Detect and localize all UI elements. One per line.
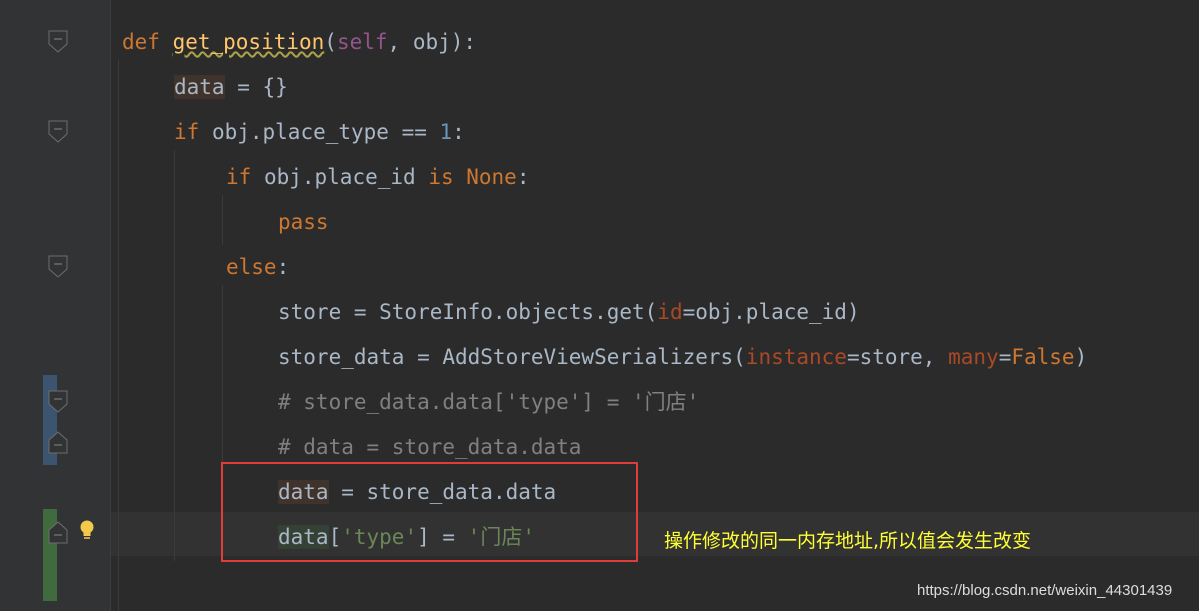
code-line[interactable]: if obj.place_type == 1: <box>174 112 465 152</box>
code-token: if <box>226 165 264 189</box>
code-line[interactable]: data = {} <box>174 67 288 107</box>
code-line[interactable]: # data = store_data.data <box>278 427 581 467</box>
code-token: # store_data.data['type'] = '门店' <box>278 390 700 414</box>
code-line[interactable]: def get_position(self, obj): <box>122 22 476 62</box>
code-token: pass <box>278 210 329 234</box>
code-token: : <box>276 255 290 279</box>
lightbulb-icon[interactable] <box>78 519 96 541</box>
code-token: get_position <box>172 30 325 54</box>
code-token: store = StoreInfo.objects.get( <box>278 300 658 324</box>
code-token: , obj): <box>387 30 477 54</box>
code-token: many <box>948 345 999 369</box>
fold-end-icon[interactable] <box>48 430 68 454</box>
highlight-box <box>221 462 638 562</box>
code-token: store_data = AddStoreViewSerializers( <box>278 345 746 369</box>
indent-guide <box>174 150 175 561</box>
fold-toggle-icon[interactable] <box>48 255 68 279</box>
code-token: obj.place_id <box>263 165 429 189</box>
code-line[interactable]: pass <box>278 202 329 242</box>
code-token: instance <box>745 345 847 369</box>
code-token: id <box>657 300 683 324</box>
code-token: : <box>452 120 465 144</box>
code-token: =obj.place_id) <box>682 300 860 324</box>
annotation-text: 操作修改的同一内存地址,所以值会发生改变 <box>664 530 1032 552</box>
fold-toggle-icon[interactable] <box>48 390 68 414</box>
fold-end-icon[interactable] <box>48 520 68 544</box>
code-token: False <box>1011 345 1075 369</box>
code-token: obj.place_type == <box>211 120 440 144</box>
code-token: self <box>336 30 388 54</box>
code-line[interactable]: store = StoreInfo.objects.get(id=obj.pla… <box>278 292 860 332</box>
code-token: # data = store_data.data <box>278 435 582 459</box>
code-token: =store, <box>846 345 949 369</box>
indent-guide <box>118 60 119 611</box>
code-token: ( <box>324 30 337 54</box>
code-line[interactable]: store_data = AddStoreViewSerializers(ins… <box>278 337 1087 377</box>
code-line[interactable]: # store_data.data['type'] = '门店' <box>278 382 699 422</box>
code-token: : <box>516 165 530 189</box>
code-token: else <box>226 255 277 279</box>
code-token: 1 <box>439 120 453 144</box>
watermark: https://blog.csdn.net/weixin_44301439 <box>917 582 1173 599</box>
code-token: ) <box>1074 345 1088 369</box>
code-token: if <box>174 120 212 144</box>
code-token: data <box>174 75 225 99</box>
code-token: is None <box>428 165 517 189</box>
fold-toggle-icon[interactable] <box>48 30 68 54</box>
indent-guide <box>222 195 223 245</box>
code-token: = <box>998 345 1012 369</box>
code-token: def <box>122 30 173 54</box>
code-line[interactable]: else: <box>226 247 289 287</box>
code-token: = {} <box>224 75 288 99</box>
code-line[interactable]: if obj.place_id is None: <box>226 157 529 197</box>
fold-toggle-icon[interactable] <box>48 120 68 144</box>
